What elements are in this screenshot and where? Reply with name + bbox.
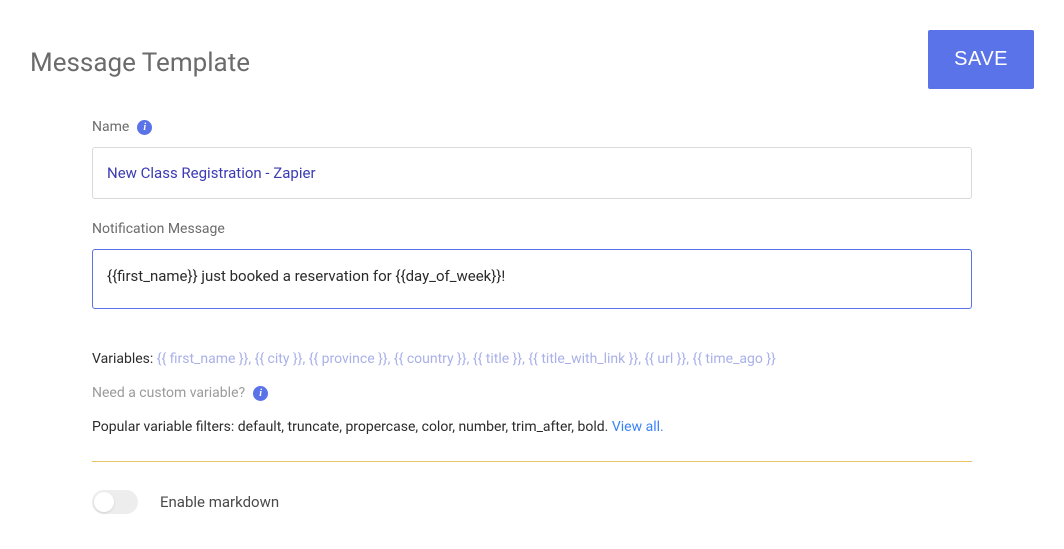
info-icon[interactable]: i xyxy=(253,386,268,401)
message-label: Notification Message xyxy=(92,221,225,237)
variable-token: {{ time_ago }} xyxy=(692,351,775,367)
variable-token: {{ country }} xyxy=(394,351,467,367)
variables-text: Variables: {{ first_name }}, {{ city }},… xyxy=(92,351,972,367)
toggle-knob xyxy=(94,492,114,512)
variable-token: {{ province }} xyxy=(309,351,388,367)
save-button[interactable]: SAVE xyxy=(928,30,1034,89)
view-all-link[interactable]: View all. xyxy=(612,419,664,435)
message-textarea[interactable]: {{first_name}} just booked a reservation… xyxy=(92,249,972,309)
divider xyxy=(92,461,972,462)
markdown-toggle[interactable] xyxy=(92,490,138,514)
variable-token: {{ url }} xyxy=(644,351,686,367)
name-input[interactable] xyxy=(92,147,972,199)
filters-text: Popular variable filters: default, trunc… xyxy=(92,419,972,435)
info-icon[interactable]: i xyxy=(137,120,152,135)
variable-token: {{ title_with_link }} xyxy=(528,351,638,367)
page-title: Message Template xyxy=(30,48,250,78)
variable-token: {{ first_name }} xyxy=(157,351,249,367)
markdown-toggle-label: Enable markdown xyxy=(160,493,279,511)
name-label: Name xyxy=(92,119,129,135)
variable-token: {{ title }} xyxy=(473,351,522,367)
variable-token: {{ city }} xyxy=(255,351,303,367)
custom-variable-text: Need a custom variable? xyxy=(92,385,245,401)
